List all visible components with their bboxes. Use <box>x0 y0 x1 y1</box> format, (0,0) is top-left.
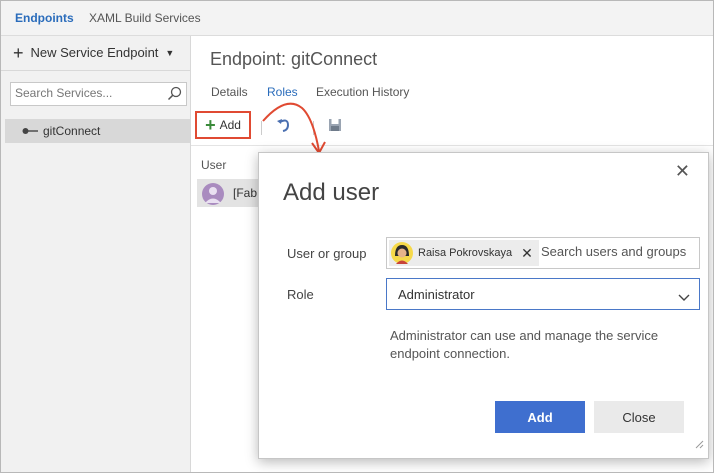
toolbar-separator <box>261 121 262 135</box>
new-service-endpoint-button[interactable]: + New Service Endpoint ▼ <box>13 42 175 63</box>
toolbar: + Add <box>191 109 713 146</box>
undo-icon[interactable] <box>276 117 292 138</box>
search-users-input[interactable] <box>541 244 697 259</box>
caret-down-icon: ▼ <box>165 47 175 58</box>
add-button[interactable]: + Add <box>195 111 251 139</box>
save-icon[interactable] <box>328 118 342 137</box>
sidebar-item-label: gitConnect <box>43 124 101 138</box>
sidebar-divider <box>1 70 190 71</box>
tab-details[interactable]: Details <box>211 85 248 99</box>
remove-user-icon[interactable]: ✕ <box>521 245 533 262</box>
close-button[interactable]: Close <box>594 401 684 433</box>
add-user-confirm-button[interactable]: Add <box>495 401 585 433</box>
role-select[interactable]: Administrator <box>386 278 700 310</box>
sidebar-item-gitconnect[interactable]: gitConnect <box>5 119 190 143</box>
user-column-header: User <box>201 158 227 172</box>
add-plus-icon: + <box>205 115 216 135</box>
search-services-box <box>10 82 187 106</box>
role-description: Administrator can use and manage the ser… <box>390 328 659 361</box>
close-icon[interactable]: ✕ <box>675 161 690 182</box>
new-service-endpoint-label: New Service Endpoint <box>30 45 159 60</box>
user-name: [Fab <box>233 186 258 200</box>
tab-endpoints[interactable]: Endpoints <box>15 11 74 25</box>
avatar <box>201 182 225 211</box>
role-label: Role <box>287 287 314 302</box>
plus-icon: + <box>13 42 24 63</box>
user-or-group-label: User or group <box>287 246 367 261</box>
toolbar-separator <box>313 121 314 135</box>
sidebar: + New Service Endpoint ▼ gitConnect <box>1 36 191 472</box>
resize-grip-icon[interactable] <box>695 436 704 454</box>
key-icon <box>22 127 38 135</box>
selected-user-name: Raisa Pokrovskaya <box>418 247 513 259</box>
page-title: Endpoint: gitConnect <box>210 49 378 69</box>
selected-user-chip: Raisa Pokrovskaya ✕ <box>389 240 539 266</box>
role-select-value: Administrator <box>398 287 475 302</box>
tab-roles[interactable]: Roles <box>267 85 298 99</box>
app-window: Endpoints XAML Build Services + New Serv… <box>0 0 714 473</box>
user-picker[interactable]: Raisa Pokrovskaya ✕ <box>386 237 700 269</box>
search-icon[interactable] <box>167 86 182 106</box>
tab-xaml-build-services[interactable]: XAML Build Services <box>89 11 201 25</box>
top-tab-bar: Endpoints XAML Build Services <box>1 1 713 36</box>
dialog-title: Add user <box>283 179 380 206</box>
user-avatar <box>391 242 413 264</box>
search-services-input[interactable] <box>11 83 165 103</box>
tab-execution-history[interactable]: Execution History <box>316 85 409 99</box>
add-user-dialog: ✕ Add user User or group Raisa Pokrovska… <box>258 152 709 459</box>
add-button-label: Add <box>219 118 241 132</box>
chevron-down-icon <box>678 289 690 307</box>
